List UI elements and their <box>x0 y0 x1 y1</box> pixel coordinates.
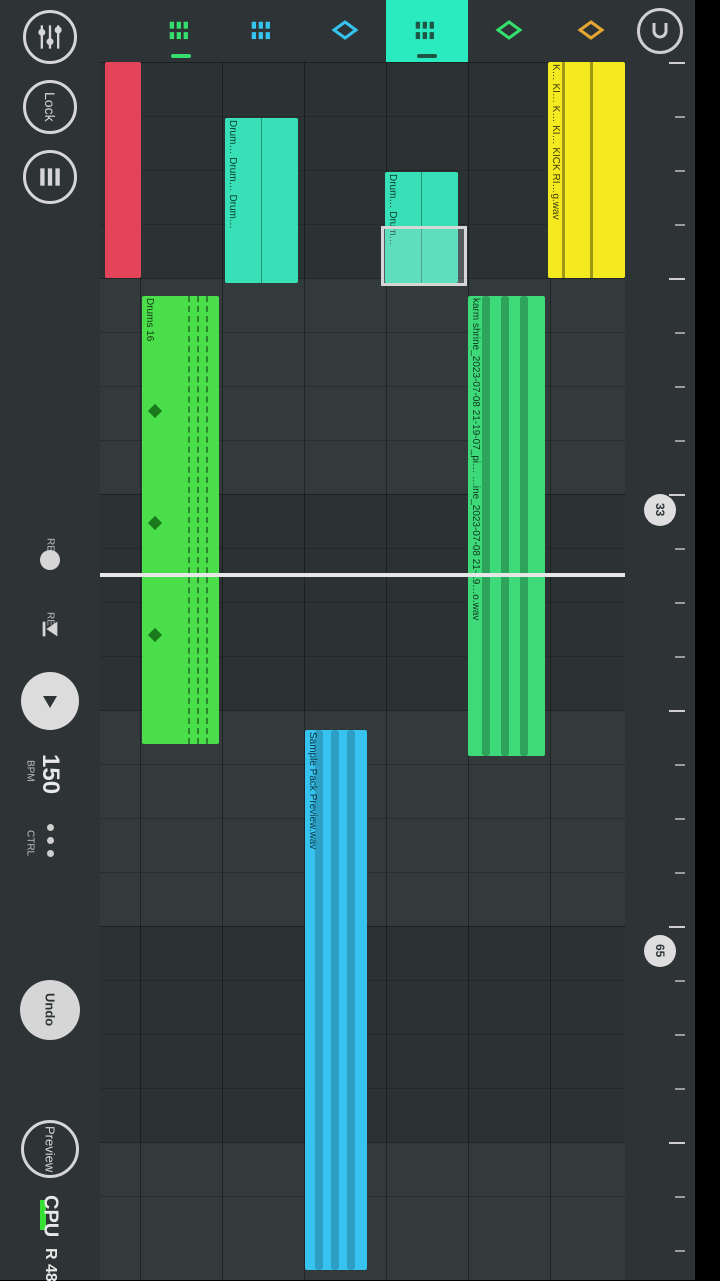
track-header-1[interactable] <box>100 0 140 62</box>
lock-label: Lock <box>42 92 58 122</box>
ruler-marker-a[interactable]: 33 <box>644 494 676 526</box>
ruler-marker-b[interactable]: 65 <box>644 935 676 967</box>
diamond-icon <box>576 16 606 46</box>
track-active-marker <box>417 54 437 58</box>
track-header-5[interactable] <box>386 0 468 62</box>
more-button[interactable] <box>35 820 65 860</box>
timeline-ruler[interactable]: 33 65 <box>625 0 695 1280</box>
undo-button[interactable]: Undo <box>20 980 80 1040</box>
track-header-6[interactable] <box>468 0 550 62</box>
diamond-icon <box>494 16 524 46</box>
snap-button[interactable] <box>637 8 683 54</box>
clip-kick[interactable]: K… KI… K… KI… KICK RI…g.wav <box>548 62 625 278</box>
track-header-7[interactable] <box>550 0 632 62</box>
track-headers <box>100 0 625 62</box>
sliders-icon <box>36 23 64 51</box>
pianoroll-button[interactable] <box>23 150 77 204</box>
play-icon <box>38 689 62 713</box>
piano-icon <box>37 164 63 190</box>
track-active-marker <box>171 54 191 58</box>
selection-box[interactable] <box>381 226 467 286</box>
ctrl-label: CTRL <box>25 830 36 856</box>
record-button[interactable] <box>40 550 60 570</box>
tracks-area[interactable]: Drums 16 Drum… Drum… Drum… Sample Pack P… <box>100 0 625 1280</box>
left-toolbar: Lock REC REV BPM 150 CTRL Undo Preview C… <box>0 0 100 1280</box>
preview-button[interactable]: Preview <box>21 1120 79 1178</box>
status-readout: R48 <box>41 1248 59 1281</box>
clip-karm-shrine[interactable]: karm shrine_2023-07-08 21-19-07_pi… …ine… <box>468 296 545 756</box>
playhead[interactable] <box>100 573 625 577</box>
track-header-2[interactable] <box>140 0 222 62</box>
track-header-4[interactable] <box>304 0 386 62</box>
skip-back-icon[interactable] <box>39 618 61 640</box>
bpm-label: BPM <box>25 760 36 782</box>
magnet-icon <box>648 19 672 43</box>
play-button[interactable] <box>21 672 79 730</box>
clip-track1[interactable] <box>105 62 141 278</box>
diamond-icon <box>330 16 360 46</box>
bpm-value[interactable]: 150 <box>36 754 64 794</box>
cpu-label: CPU <box>39 1195 62 1237</box>
lock-button[interactable]: Lock <box>23 80 77 134</box>
mixer-button[interactable] <box>23 10 77 64</box>
clip-drums16[interactable]: Drums 16 <box>142 296 219 744</box>
clip-drums-a[interactable]: Drum… Drum… Drum… <box>225 118 298 283</box>
clip-sample-pack[interactable]: Sample Pack Preview.wav <box>305 730 367 1270</box>
track-header-3[interactable] <box>222 0 304 62</box>
